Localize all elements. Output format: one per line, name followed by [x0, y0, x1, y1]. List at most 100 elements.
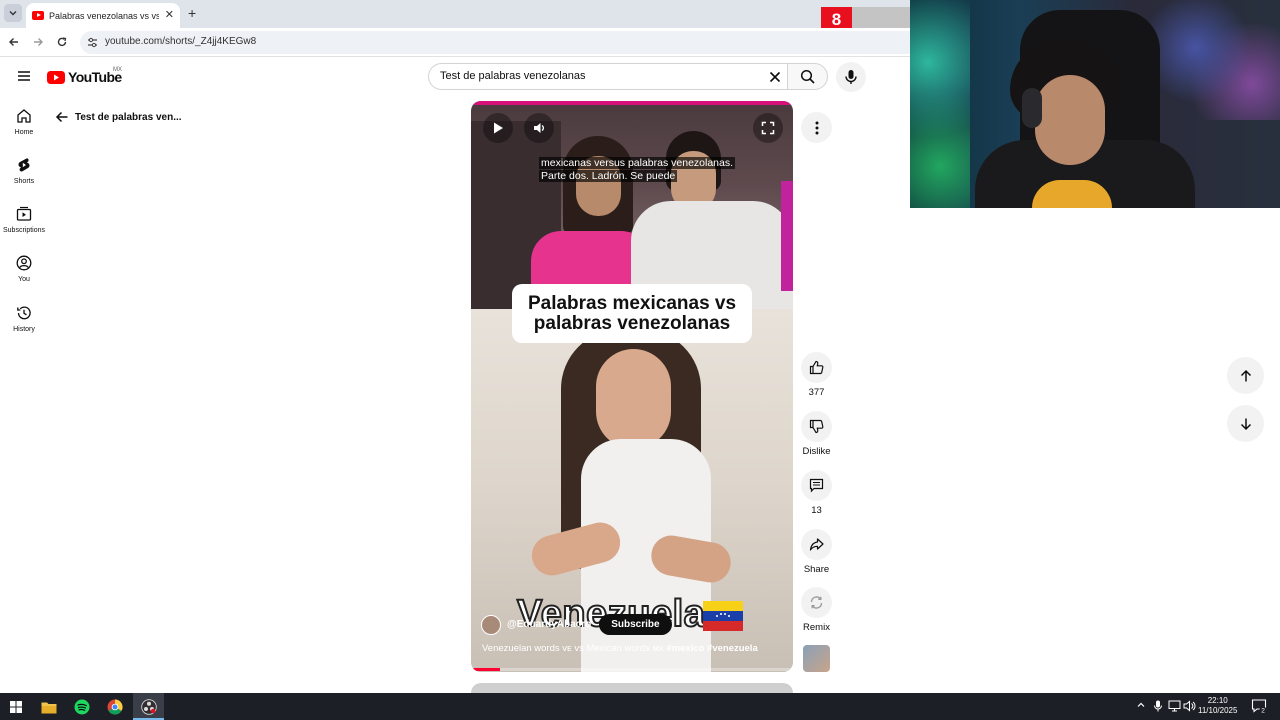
reload-icon[interactable] [54, 34, 70, 50]
channel-row: @EduardyAbacro Subscribe [481, 614, 672, 635]
sidebar-item-shorts[interactable]: Shorts [0, 157, 48, 185]
like-action: 377 [796, 352, 837, 398]
notification-center-icon[interactable]: 2 [1251, 698, 1267, 714]
remix-label: Remix [803, 622, 830, 633]
volume-icon [534, 123, 544, 133]
shorts-video-player[interactable]: mexicanas versus palabras venezolanas. P… [471, 101, 793, 672]
remix-icon [810, 596, 823, 609]
purple-light-bokeh [1140, 0, 1280, 120]
video-progress-bar[interactable] [471, 668, 793, 671]
thumbs-up-icon [809, 360, 824, 375]
pink-light [781, 181, 793, 291]
sidebar-item-history[interactable]: History [0, 305, 48, 333]
country-code: MX [113, 67, 122, 73]
share-button[interactable] [801, 529, 832, 560]
headset [1022, 88, 1042, 128]
dislike-button[interactable] [801, 411, 832, 442]
youtube-logo[interactable]: YouTube [47, 69, 122, 85]
video-frame-top [471, 101, 793, 311]
shorts-icon [18, 158, 30, 172]
fullscreen-icon [761, 121, 775, 135]
hamburger-menu-icon[interactable] [16, 68, 32, 84]
dislike-label: Dislike [802, 446, 831, 457]
more-vertical-icon [815, 121, 818, 134]
chrome-icon[interactable] [105, 697, 125, 717]
video-title-card: Palabras mexicanas vs palabras venezolan… [512, 284, 752, 343]
green-light-bokeh [910, 0, 970, 208]
remix-action: Remix [796, 587, 837, 633]
streamer-webcam-overlay [910, 0, 1280, 208]
search-icon [800, 69, 815, 84]
comments-button[interactable] [801, 470, 832, 501]
sidebar-item-label: Shorts [13, 178, 35, 185]
remix-button[interactable] [801, 587, 832, 618]
audio-source-thumbnail[interactable] [803, 645, 830, 672]
spotify-icon[interactable] [72, 697, 92, 717]
voice-search-button[interactable] [836, 62, 866, 92]
volume-button[interactable] [524, 113, 554, 143]
clear-search-icon[interactable] [768, 70, 782, 84]
forward-arrow-icon[interactable] [30, 34, 46, 50]
next-short-button[interactable] [1227, 405, 1264, 442]
new-tab-icon[interactable]: + [188, 5, 196, 21]
youtube-play-icon [47, 70, 65, 84]
show-hidden-icons-icon[interactable] [1136, 700, 1146, 710]
title-card-line: palabras venezolanas [533, 312, 731, 334]
tab-title: Palabras venezolanas vs vs pala [49, 10, 159, 21]
girl-face [596, 349, 671, 449]
tab-close-icon[interactable]: ✕ [165, 8, 174, 21]
taskbar-clock[interactable]: 22:10 11/10/2025 [1198, 696, 1237, 716]
omnibox[interactable]: youtube.com/shorts/_Z4jj4KEGw8 [80, 31, 910, 54]
previous-short-button[interactable] [1227, 357, 1264, 394]
sidebar-item-you[interactable]: You [0, 255, 48, 283]
windows-taskbar: 22:10 11/10/2025 2 [0, 693, 1280, 720]
share-action: Share [796, 529, 837, 575]
clock-date: 11/10/2025 [1198, 706, 1238, 715]
title-card-line: Palabras mexicanas vs [527, 292, 737, 314]
pink-top-border [471, 101, 793, 105]
thumbs-down-icon [809, 419, 824, 434]
network-icon[interactable] [1168, 700, 1181, 712]
like-count: 377 [808, 387, 825, 398]
site-settings-icon[interactable] [87, 37, 98, 48]
tab-search-button[interactable] [4, 4, 22, 22]
more-options-button[interactable] [801, 112, 832, 143]
play-icon [494, 122, 503, 134]
channel-name[interactable]: @EduardyAbacro [507, 619, 591, 630]
subscribe-button[interactable]: Subscribe [599, 614, 672, 635]
like-button[interactable] [801, 352, 832, 383]
hashtags[interactable]: #mexico #venezuela [666, 643, 757, 654]
video-description[interactable]: Venezuelan words ᴠᴇ vs Mexican words ᴍx … [482, 643, 782, 654]
sidebar-item-label: History [13, 326, 35, 333]
search-input[interactable]: Test de palabras venezolanas [428, 63, 787, 90]
sidebar-item-subscriptions[interactable]: Subscriptions [0, 206, 48, 234]
caption-line: mexicanas versus palabras venezolanas. [539, 157, 736, 169]
notification-count: 2 [1261, 707, 1265, 714]
fullscreen-button[interactable] [753, 113, 783, 143]
yellow-mug [1032, 180, 1112, 208]
clock-time: 22:10 [1207, 696, 1228, 705]
next-short-preview[interactable] [471, 683, 793, 693]
sidebar-item-label: Home [14, 129, 34, 136]
file-explorer-icon[interactable] [39, 697, 59, 717]
dislike-action: Dislike [796, 411, 837, 457]
channel-avatar[interactable] [481, 614, 501, 635]
sidebar-item-home[interactable]: Home [0, 108, 48, 136]
subscriptions-icon [16, 206, 32, 221]
back-arrow-icon[interactable] [6, 34, 22, 50]
browser-tab[interactable]: Palabras venezolanas vs vs pala ✕ [26, 3, 180, 28]
address-bar-row: youtube.com/shorts/_Z4jj4KEGw8 [0, 28, 910, 57]
microphone-tray-icon[interactable] [1153, 700, 1163, 712]
sidebar-item-label: Subscriptions [2, 227, 46, 234]
windows-start-icon[interactable] [6, 697, 26, 717]
history-icon [17, 306, 31, 320]
play-button[interactable] [483, 113, 513, 143]
venezuela-flag-icon [703, 601, 743, 631]
search-button[interactable] [787, 63, 828, 90]
taskbar-active-app[interactable] [133, 693, 164, 720]
caption-line: Parte dos. Ladrón. Se puede [539, 170, 678, 182]
back-to-results[interactable]: Test de palabras ven... [55, 110, 182, 124]
volume-tray-icon[interactable] [1183, 700, 1196, 712]
comments-action: 13 [796, 470, 837, 516]
search-query: Test de palabras venezolanas [440, 70, 586, 82]
